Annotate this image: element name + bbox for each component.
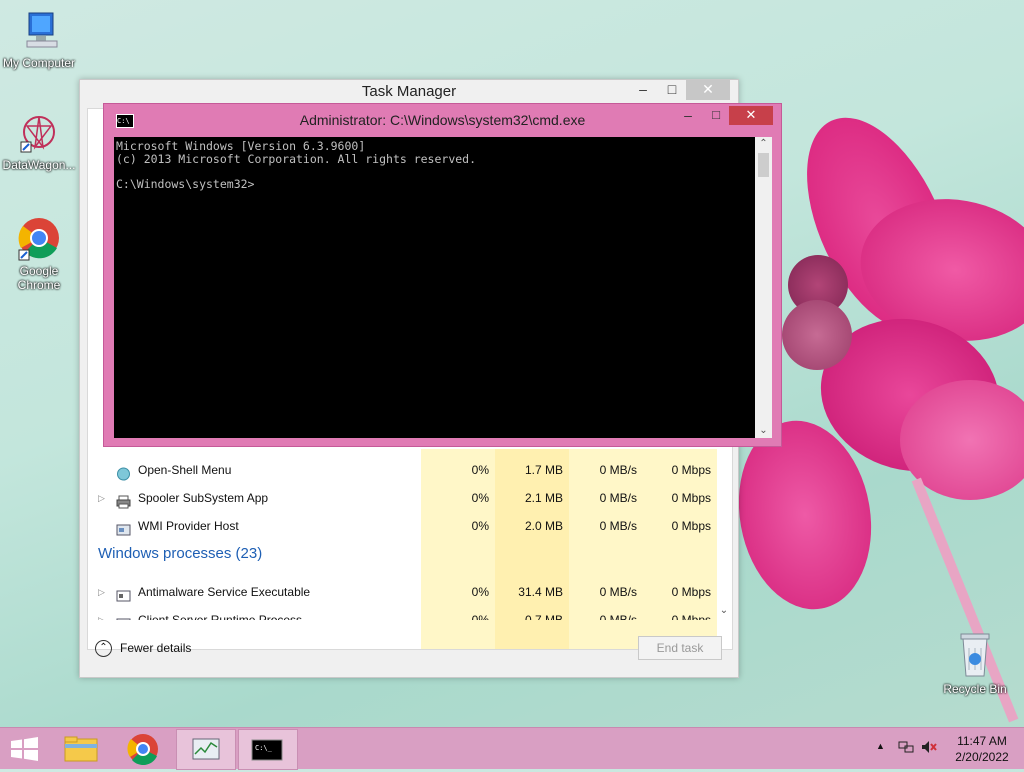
desktop-icon-recycle-bin[interactable]: Recycle Bin [936,630,1014,696]
desktop-icon-label: Recycle Bin [943,682,1007,696]
vertical-scrollbar[interactable]: ⌃ ⌄ [755,137,772,438]
expand-arrow[interactable]: ▷ [98,484,105,512]
table-row[interactable]: WMI Provider Host 0% 2.0 MB 0 MB/s 0 Mbp… [88,512,732,540]
desktop-icon-datawagon[interactable]: DataWagon... [0,112,78,172]
maximize-button[interactable]: □ [702,106,730,125]
taskbar-cmd[interactable]: C:\_ [238,729,298,770]
scroll-up-arrow[interactable]: ⌃ [755,138,772,149]
minimize-button[interactable]: – [628,80,658,100]
cmd-window[interactable]: C:\ Administrator: C:\Windows\system32\c… [103,103,782,447]
chevron-up-icon: ⌃ [95,640,112,658]
desktop-icon-label: My Computer [2,56,76,70]
windows-logo-icon [11,737,38,761]
close-button[interactable]: ✕ [729,106,773,125]
fewer-details-button[interactable]: ⌃ Fewer details [95,637,191,659]
clock-time[interactable]: 11:47 AM [952,734,1012,748]
service-icon [116,613,131,620]
table-row[interactable]: ▷ Antimalware Service Executable 0% 31.4… [88,578,732,606]
clock-date[interactable]: 2/20/2022 [952,750,1012,764]
desktop-icon-label: DataWagon... [2,158,76,172]
console-output[interactable]: Microsoft Windows [Version 6.3.9600] (c)… [114,137,755,438]
taskbar-task-manager[interactable] [176,729,236,770]
computer-icon [19,10,59,54]
desktop-icon-google-chrome[interactable]: Google Chrome [0,216,78,292]
expand-arrow[interactable]: ▷ [98,578,105,606]
volume-muted-icon[interactable] [920,739,938,758]
service-icon [116,585,131,602]
close-button[interactable]: ✕ [686,80,730,100]
start-button[interactable] [0,729,50,768]
expand-arrow[interactable]: ▷ [98,606,105,620]
task-manager-footer: ⌃ Fewer details End task [80,625,738,677]
recycle-bin-icon [955,630,995,680]
table-row[interactable]: ▷ Spooler SubSystem App 0% 2.1 MB 0 MB/s… [88,484,732,512]
scroll-thumb[interactable] [758,153,769,177]
wmi-icon [116,519,131,536]
desktop-icon-my-computer[interactable]: My Computer [0,10,78,70]
open-shell-icon [116,463,131,481]
folder-icon [64,736,98,762]
table-row[interactable]: Open-Shell Menu 0% 1.7 MB 0 MB/s 0 Mbps [88,456,732,484]
taskbar: C:\_ ▲ 11:47 AM 2/20/2022 [0,727,1024,770]
taskbar-file-explorer[interactable] [52,729,110,768]
task-manager-icon [192,738,220,760]
desktop-icon-label: Google Chrome [17,264,61,292]
maximize-button[interactable]: □ [658,80,686,100]
svg-text:C:\_: C:\_ [255,744,273,752]
group-header-windows-processes[interactable]: Windows processes (23) [98,545,262,562]
taskbar-chrome[interactable] [114,729,172,768]
network-icon[interactable] [898,739,914,758]
printer-icon [116,491,131,509]
datawagon-icon [19,112,59,156]
end-task-button[interactable]: End task [638,636,722,660]
cmd-icon: C:\_ [251,739,283,761]
show-hidden-icons[interactable]: ▲ [876,741,885,751]
scroll-down-arrow[interactable]: ⌄ [755,425,772,436]
minimize-button[interactable]: – [674,106,702,125]
chrome-icon [17,216,61,262]
chrome-icon [127,734,158,766]
scroll-down-arrow[interactable]: ⌄ [718,605,730,616]
table-row[interactable]: ▷ Client Server Runtime Process 0% 0.7 M… [88,606,732,620]
